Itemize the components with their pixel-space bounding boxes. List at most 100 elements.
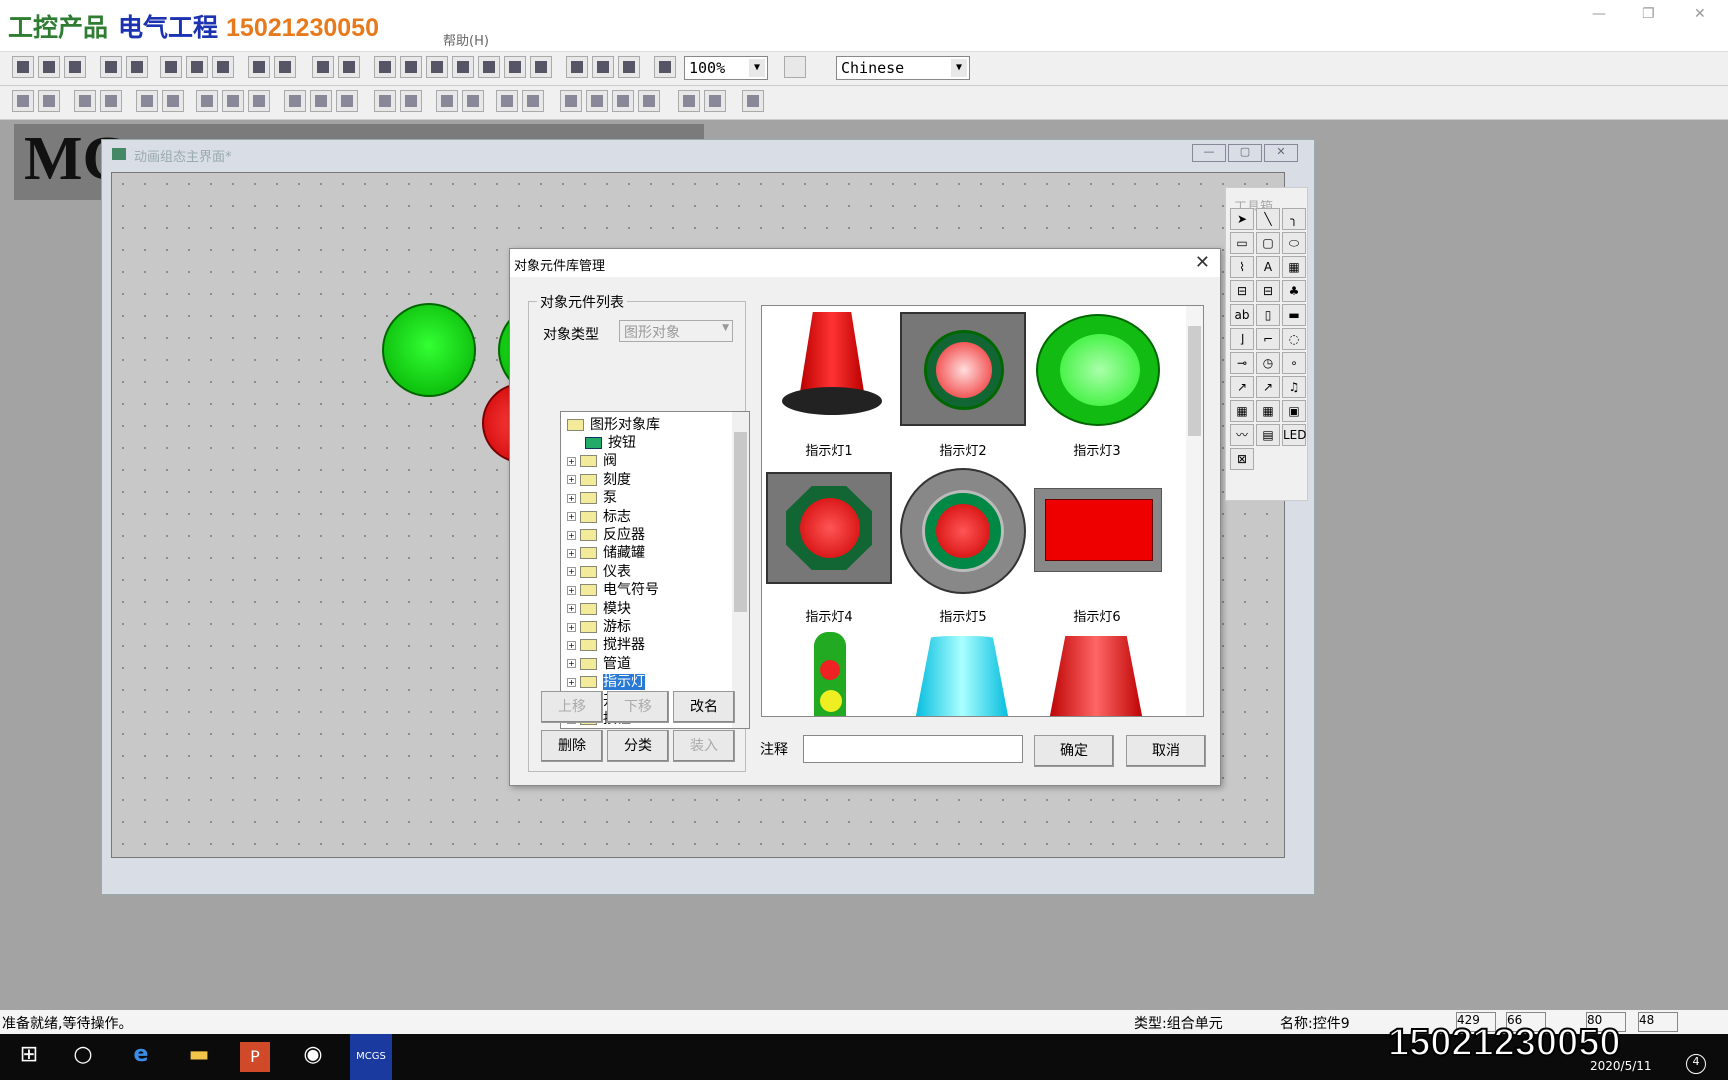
line-tool-icon[interactable]: ╲ (1256, 208, 1280, 230)
toolbar-button[interactable] (618, 56, 640, 78)
expand-icon[interactable]: + (567, 640, 576, 650)
table-tool-icon[interactable]: ▦ (1230, 400, 1254, 422)
tree-item[interactable]: + 仪表 (567, 561, 631, 580)
layout-button[interactable] (74, 90, 96, 112)
preview-item[interactable]: 指示灯1 (762, 306, 896, 459)
toolbar-button[interactable] (530, 56, 552, 78)
tree-item[interactable]: + 游标 (567, 616, 631, 635)
close-icon[interactable]: ✕ (1195, 252, 1210, 273)
preview-item[interactable]: 指示灯3 (1030, 306, 1164, 459)
tree-item[interactable]: + 标志 (567, 506, 631, 525)
layout-button[interactable] (38, 90, 60, 112)
language-select[interactable]: Chinese ▼ (836, 56, 970, 80)
close-button[interactable]: ✕ (1264, 144, 1298, 162)
type-select[interactable]: 图形对象 ▼ (619, 320, 733, 342)
expand-icon[interactable]: + (567, 659, 576, 669)
preview-item[interactable]: 指示灯2 (896, 306, 1030, 459)
toolbar-button[interactable] (478, 56, 500, 78)
tree-item[interactable]: + 刻度 (567, 469, 631, 488)
scroll-thumb[interactable] (734, 432, 747, 612)
layout-button[interactable] (612, 90, 634, 112)
preview-item[interactable]: 指示灯5 (896, 468, 1030, 625)
expand-icon[interactable]: + (567, 475, 576, 485)
preview-panel[interactable]: 指示灯1 指示灯2 指示灯3 指示灯4 指示灯5 指示灯6 (761, 305, 1204, 717)
green-light-shape[interactable] (382, 303, 476, 397)
menu-help[interactable]: 帮助(H) (443, 30, 489, 49)
expand-icon[interactable]: + (567, 677, 576, 687)
toolbar-button[interactable] (452, 56, 474, 78)
powerpoint-icon[interactable]: P (240, 1042, 270, 1072)
windows-start-icon[interactable]: ⊞ (14, 1042, 44, 1072)
tree-item[interactable]: + 管道 (567, 653, 631, 672)
layout-button[interactable] (12, 90, 34, 112)
toolbar-button[interactable] (338, 56, 360, 78)
toolbar-button[interactable] (212, 56, 234, 78)
led-tool-icon[interactable]: LED (1282, 424, 1307, 446)
tree-item[interactable]: + 模块 (567, 598, 631, 617)
dynamic-tool-icon[interactable]: ∘ (1282, 352, 1306, 374)
expand-icon[interactable]: + (567, 567, 576, 577)
layout-button[interactable] (586, 90, 608, 112)
classify-button[interactable]: 分类 (607, 730, 669, 762)
expand-icon[interactable]: + (567, 530, 576, 540)
preview-item[interactable]: 指示灯6 (1030, 472, 1164, 625)
pool-tool-icon[interactable]: ♣ (1282, 280, 1306, 302)
maximize-button[interactable]: ▢ (1228, 144, 1262, 162)
move-down-button[interactable]: 下移 (607, 691, 669, 723)
ok-button[interactable]: 确定 (1034, 735, 1114, 767)
toolbar-button[interactable] (186, 56, 208, 78)
tree-item[interactable]: 按钮 (567, 432, 636, 451)
layout-button[interactable] (742, 90, 764, 112)
tree-root[interactable]: 图形对象库 (567, 414, 660, 433)
delete-button[interactable]: 删除 (541, 730, 603, 762)
polyline-tool-icon[interactable]: ⌇ (1230, 256, 1254, 278)
expand-icon[interactable]: + (567, 493, 576, 503)
object-lib-tool-icon[interactable]: ▣ (1282, 400, 1306, 422)
layout-button[interactable] (162, 90, 184, 112)
ellipse-tool-icon[interactable]: ⬭ (1282, 232, 1306, 254)
toolbar-button[interactable] (248, 56, 270, 78)
rename-button[interactable]: 改名 (673, 691, 735, 723)
tree-item[interactable]: + 电气符号 (567, 579, 659, 598)
window-tool-icon[interactable]: ⊠ (1230, 448, 1254, 470)
element-tree[interactable]: 图形对象库 按钮 + 阀 + 刻度 + 泵 + 标志 + 反应器 + 储藏罐 + 仪表 + 电气符号 + 模块 + 游标… (560, 411, 750, 729)
search-icon[interactable]: ○ (68, 1042, 98, 1072)
toolbar-button[interactable] (312, 56, 334, 78)
gauge-tool-icon[interactable]: ◷ (1256, 352, 1280, 374)
fold-line-tool-icon[interactable]: ⌋ (1230, 328, 1254, 350)
expand-icon[interactable]: + (567, 622, 576, 632)
trend-tool-icon[interactable]: ↗ (1230, 376, 1254, 398)
expand-icon[interactable]: + (567, 456, 576, 466)
layout-button[interactable] (462, 90, 484, 112)
notification-icon[interactable]: 4 (1686, 1054, 1706, 1074)
layout-button[interactable] (100, 90, 122, 112)
toolbar-button[interactable] (38, 56, 60, 78)
toolbar-button[interactable] (592, 56, 614, 78)
flow-valve-tool-icon[interactable]: ⊟ (1256, 280, 1280, 302)
expand-icon[interactable]: + (567, 512, 576, 522)
expand-icon[interactable]: + (567, 604, 576, 614)
slider-tool-icon[interactable]: ▯ (1256, 304, 1280, 326)
zoom-select[interactable]: 100% ▼ (684, 56, 768, 80)
layout-button[interactable] (336, 90, 358, 112)
strategy-tool-icon[interactable]: ▤ (1256, 424, 1280, 446)
minimize-button[interactable]: — (1192, 144, 1226, 162)
move-up-button[interactable]: 上移 (541, 691, 603, 723)
layout-button[interactable] (284, 90, 306, 112)
cancel-button[interactable]: 取消 (1126, 735, 1206, 767)
note-input[interactable] (803, 735, 1023, 763)
toolbar-button[interactable] (274, 56, 296, 78)
valve-tool-icon[interactable]: ⊸ (1230, 352, 1254, 374)
toolbar-button[interactable] (374, 56, 396, 78)
toolbar-button[interactable] (426, 56, 448, 78)
minimize-button[interactable]: — (1592, 6, 1606, 22)
file-explorer-icon[interactable]: ▬ (184, 1042, 214, 1072)
input-box-tool-icon[interactable]: ab (1230, 304, 1254, 326)
mcgs-app-icon[interactable]: MCGS (350, 1034, 392, 1080)
arc-tool-icon[interactable]: ╮ (1282, 208, 1306, 230)
toolbar-button[interactable] (504, 56, 526, 78)
toolbar-button[interactable] (400, 56, 422, 78)
alarm-light-tool-icon[interactable]: ▬ (1282, 304, 1306, 326)
label-tool-icon[interactable]: A (1256, 256, 1280, 278)
toolbar-button[interactable] (64, 56, 86, 78)
